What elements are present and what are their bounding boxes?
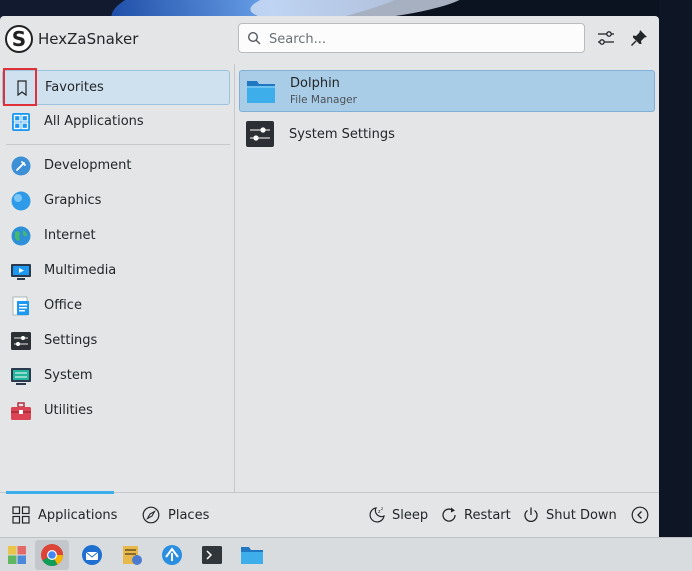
sidebar-item-all-applications[interactable]: All Applications	[2, 105, 230, 140]
sidebar-divider	[6, 144, 230, 145]
username: HexZaSnaker	[38, 30, 139, 48]
sidebar-item-label: Office	[44, 298, 82, 313]
app-item-system-settings[interactable]: System Settings	[239, 114, 655, 156]
app-name: System Settings	[289, 127, 395, 142]
toolbox-icon	[11, 402, 31, 420]
thunderbird-icon	[82, 545, 102, 565]
restart-button[interactable]: Restart	[440, 493, 511, 537]
category-sidebar: Favorites All Applications Development G…	[0, 64, 235, 492]
pin-button[interactable]	[627, 26, 651, 50]
file-manager-icon	[241, 547, 263, 564]
app-name: Dolphin	[290, 76, 340, 91]
taskbar-file-manager[interactable]	[235, 540, 269, 570]
compass-icon	[142, 506, 160, 524]
search-box[interactable]	[238, 23, 585, 54]
sidebar-item-development[interactable]: Development	[2, 149, 230, 184]
sidebar-item-multimedia[interactable]: Multimedia	[2, 254, 230, 289]
sidebar-item-label: Internet	[44, 228, 96, 243]
action-label: Shut Down	[546, 507, 617, 523]
globe-icon	[11, 226, 31, 246]
action-label: Restart	[464, 507, 511, 523]
terminal-icon	[202, 546, 222, 564]
launcher-icon	[8, 546, 26, 564]
grid-icon	[12, 113, 30, 131]
taskbar-archive-manager[interactable]	[115, 540, 149, 570]
action-label: Sleep	[392, 507, 429, 523]
archive-manager-icon	[123, 546, 142, 565]
sleep-button[interactable]: zz Sleep	[368, 493, 428, 537]
pin-icon	[630, 30, 647, 47]
taskbar	[0, 537, 692, 571]
graphics-icon	[11, 191, 31, 211]
sleep-icon: zz	[369, 506, 385, 523]
chevron-left-icon	[631, 506, 649, 524]
sidebar-item-internet[interactable]: Internet	[2, 219, 230, 254]
sidebar-item-label: Graphics	[44, 193, 102, 208]
system-icon	[11, 368, 31, 385]
taskbar-chrome[interactable]	[35, 540, 69, 570]
multimedia-icon	[11, 264, 31, 280]
launcher-footer: Applications Places zz Sleep Restart Shu…	[0, 491, 659, 537]
settings-icon	[11, 332, 31, 350]
power-icon	[524, 507, 538, 522]
sidebar-item-settings[interactable]: Settings	[2, 324, 230, 359]
taskbar-terminal[interactable]	[195, 540, 229, 570]
configure-button[interactable]	[594, 26, 618, 50]
app-item-dolphin[interactable]: Dolphin File Manager	[239, 70, 655, 112]
sidebar-item-label: Favorites	[45, 80, 104, 95]
sidebar-item-office[interactable]: Office	[2, 289, 230, 324]
tab-label: Applications	[38, 507, 118, 523]
sidebar-item-label: All Applications	[44, 114, 144, 129]
network-icon	[162, 545, 182, 565]
highlight-box	[3, 68, 37, 106]
app-subtitle: File Manager	[290, 94, 357, 106]
sidebar-item-system[interactable]: System	[2, 359, 230, 394]
sidebar-item-label: Utilities	[44, 403, 93, 418]
sidebar-item-utilities[interactable]: Utilities	[2, 394, 230, 429]
chrome-icon	[41, 544, 63, 566]
more-actions-button[interactable]	[631, 493, 655, 537]
application-launcher: S HexZaSnaker Favorites All Applications…	[0, 16, 659, 537]
office-icon	[12, 296, 29, 316]
tab-applications[interactable]: Applications	[12, 493, 117, 537]
sliders-icon	[598, 31, 614, 45]
tab-places[interactable]: Places	[142, 493, 209, 537]
sidebar-item-label: System	[44, 368, 93, 383]
taskbar-network[interactable]	[155, 540, 189, 570]
sidebar-item-label: Development	[44, 158, 132, 173]
development-icon	[11, 156, 31, 176]
folder-icon	[247, 81, 275, 103]
application-list: Dolphin File Manager System Settings	[235, 64, 659, 492]
sidebar-item-label: Multimedia	[44, 263, 117, 278]
taskbar-launcher[interactable]	[0, 540, 34, 570]
taskbar-thunderbird[interactable]	[75, 540, 109, 570]
tab-label: Places	[168, 507, 210, 523]
search-input[interactable]	[267, 24, 571, 54]
apps-grid-icon	[12, 506, 30, 524]
shut-down-button[interactable]: Shut Down	[522, 493, 617, 537]
restart-icon	[442, 507, 456, 522]
avatar[interactable]: S	[5, 25, 33, 53]
system-settings-icon	[246, 121, 274, 147]
sidebar-item-label: Settings	[44, 333, 98, 348]
search-icon	[247, 31, 261, 45]
sidebar-item-graphics[interactable]: Graphics	[2, 184, 230, 219]
svg-text:z: z	[381, 506, 383, 511]
launcher-header: S HexZaSnaker	[0, 16, 659, 64]
